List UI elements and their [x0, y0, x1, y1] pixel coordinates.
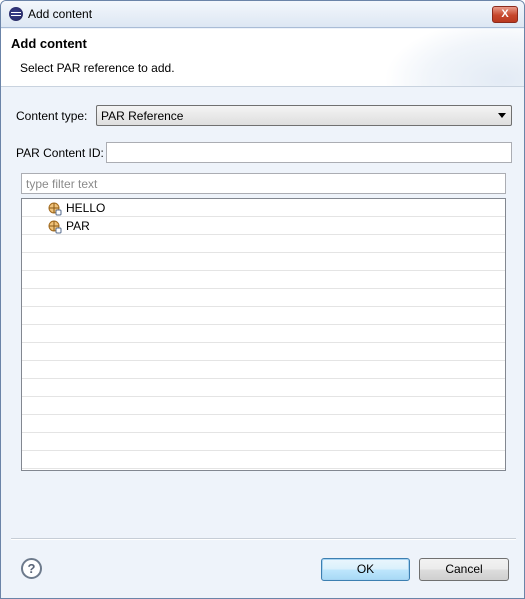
tree-empty-row	[22, 307, 505, 325]
tree-item-label: PAR	[66, 219, 90, 233]
dialog-header: Add content Select PAR reference to add.	[1, 29, 524, 87]
close-button[interactable]: X	[492, 6, 518, 23]
tree-empty-row	[22, 343, 505, 361]
header-message: Select PAR reference to add.	[20, 61, 175, 75]
tree-empty-row	[22, 415, 505, 433]
tree-item-par[interactable]: PAR	[22, 217, 505, 235]
ok-button[interactable]: OK	[321, 558, 410, 581]
tree-empty-row	[22, 433, 505, 451]
par-reference-tree[interactable]: HELLO PAR	[21, 198, 506, 471]
tree-empty-row	[22, 289, 505, 307]
title-bar[interactable]: Add content X	[1, 1, 524, 28]
content-type-select[interactable]: PAR Reference	[96, 105, 512, 126]
par-content-id-label: PAR Content ID:	[16, 146, 104, 160]
help-icon[interactable]: ?	[21, 558, 42, 579]
header-title: Add content	[11, 36, 87, 51]
cancel-button[interactable]: Cancel	[419, 558, 509, 581]
tree-empty-row	[22, 235, 505, 253]
tree-empty-row	[22, 325, 505, 343]
tree-empty-row	[22, 379, 505, 397]
add-content-dialog: Add content X Add content Select PAR ref…	[0, 0, 525, 599]
eclipse-icon	[9, 7, 23, 21]
filter-input[interactable]	[21, 173, 506, 194]
tree-empty-row	[22, 253, 505, 271]
tree-item-hello[interactable]: HELLO	[22, 199, 505, 217]
par-content-id-field[interactable]	[106, 142, 512, 163]
window-title: Add content	[28, 7, 93, 21]
tree-empty-row	[22, 397, 505, 415]
tree-empty-row	[22, 361, 505, 379]
tree-empty-row	[22, 451, 505, 469]
par-package-icon	[48, 202, 62, 216]
footer-separator	[11, 538, 516, 540]
dialog-content: Content type: PAR Reference PAR Content …	[1, 88, 524, 538]
par-package-icon	[48, 220, 62, 234]
tree-item-label: HELLO	[66, 201, 106, 215]
content-type-value: PAR Reference	[101, 109, 184, 123]
tree-empty-row	[22, 271, 505, 289]
chevron-down-icon[interactable]	[498, 113, 506, 118]
content-type-label: Content type:	[16, 109, 88, 123]
